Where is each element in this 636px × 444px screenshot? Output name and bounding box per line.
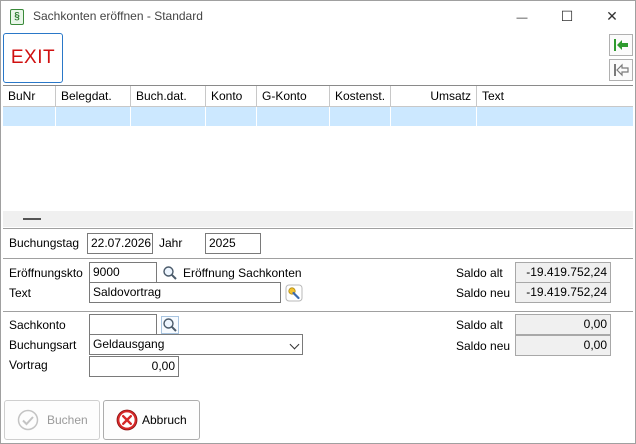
table-row[interactable]	[3, 107, 633, 126]
column-header-umsatz[interactable]: Umsatz	[391, 86, 477, 107]
maximize-button[interactable]: ☐	[544, 1, 590, 31]
booking-type-value: Geldausgang	[93, 337, 165, 351]
opening-account-name: Eröffnung Sachkonten	[183, 266, 302, 280]
column-header-text[interactable]: Text	[477, 86, 633, 107]
close-button[interactable]: ✕	[589, 1, 635, 31]
cancel-circle-icon	[116, 409, 138, 431]
divider	[3, 228, 633, 229]
title-bar: § Sachkonten eröffnen - Standard — ☐ ✕	[1, 1, 635, 31]
account-search-button[interactable]	[161, 316, 179, 334]
booking-day-field[interactable]: 22.07.2026	[87, 233, 153, 254]
window-title: Sachkonten eröffnen - Standard	[33, 9, 203, 23]
table-cell	[3, 107, 56, 126]
opening-account-field[interactable]: 9000	[89, 262, 157, 283]
bookings-grid[interactable]: BuNr Belegdat. Buch.dat. Konto G-Konto K…	[3, 85, 633, 211]
opening-balance-new-label: Saldo neu	[456, 286, 511, 300]
table-cell	[477, 107, 633, 126]
account-label: Sachkonto	[9, 318, 66, 332]
search-icon	[163, 266, 177, 280]
grey-arrow-left-to-bar-icon	[614, 63, 629, 77]
balance-old-label: Saldo alt	[456, 318, 503, 332]
check-circle-icon	[17, 409, 39, 431]
book-button[interactable]: Buchen	[4, 400, 100, 440]
table-cell	[257, 107, 330, 126]
nav-previous-button[interactable]	[609, 59, 633, 81]
opening-balance-old-label: Saldo alt	[456, 266, 503, 280]
divider	[3, 258, 633, 259]
booking-type-select[interactable]: Geldausgang	[89, 334, 303, 355]
app-window: § Sachkonten eröffnen - Standard — ☐ ✕ E…	[0, 0, 636, 444]
maximize-icon: ☐	[560, 8, 574, 24]
text-template-button[interactable]	[285, 284, 303, 302]
chevron-down-icon	[289, 339, 300, 350]
table-cell	[330, 107, 391, 126]
cancel-button[interactable]: Abbruch	[103, 400, 200, 440]
exit-button[interactable]: EXIT	[3, 33, 63, 83]
table-cell	[391, 107, 477, 126]
opening-account-search-button[interactable]	[161, 264, 179, 282]
column-header-bunr[interactable]: BuNr	[3, 86, 56, 107]
account-field[interactable]	[89, 314, 157, 335]
booking-day-label: Buchungstag	[9, 236, 80, 250]
balance-new-field: 0,00	[515, 335, 611, 356]
app-paragraph-icon: §	[10, 9, 24, 25]
carry-label: Vortrag	[9, 358, 48, 372]
opening-text-label: Text	[9, 286, 32, 300]
splitter-bar[interactable]	[3, 211, 633, 227]
opening-account-label: Eröffnungskto	[9, 266, 83, 280]
text-template-icon	[285, 284, 303, 302]
minimize-icon: —	[516, 12, 528, 24]
opening-balance-new-field: -19.419.752,24	[515, 282, 611, 303]
column-header-buchdat[interactable]: Buch.dat.	[131, 86, 206, 107]
divider	[3, 311, 633, 312]
nav-first-button[interactable]	[609, 34, 633, 56]
opening-text-field[interactable]: Saldovortrag	[89, 282, 281, 303]
cancel-button-label: Abbruch	[142, 413, 187, 427]
balance-old-field: 0,00	[515, 314, 611, 335]
column-header-konto[interactable]: Konto	[206, 86, 257, 107]
search-icon	[161, 316, 179, 334]
grid-header: BuNr Belegdat. Buch.dat. Konto G-Konto K…	[3, 86, 633, 107]
minimize-button[interactable]: —	[499, 1, 545, 31]
table-cell	[206, 107, 257, 126]
table-cell	[56, 107, 131, 126]
book-button-label: Buchen	[47, 413, 88, 427]
balance-new-label: Saldo neu	[456, 339, 511, 353]
year-label: Jahr	[159, 236, 183, 250]
splitter-handle[interactable]	[23, 218, 41, 220]
table-cell	[131, 107, 206, 126]
booking-type-label: Buchungsart	[9, 338, 77, 352]
opening-balance-old-field: -19.419.752,24	[515, 262, 611, 283]
year-field[interactable]: 2025	[205, 233, 261, 254]
column-header-kostenst[interactable]: Kostenst.	[330, 86, 391, 107]
green-arrow-left-to-bar-icon	[614, 39, 628, 51]
column-header-belegdat[interactable]: Belegdat.	[56, 86, 131, 107]
close-icon: ✕	[606, 8, 618, 24]
column-header-gkonto[interactable]: G-Konto	[257, 86, 330, 107]
carry-field[interactable]: 0,00	[89, 356, 179, 377]
